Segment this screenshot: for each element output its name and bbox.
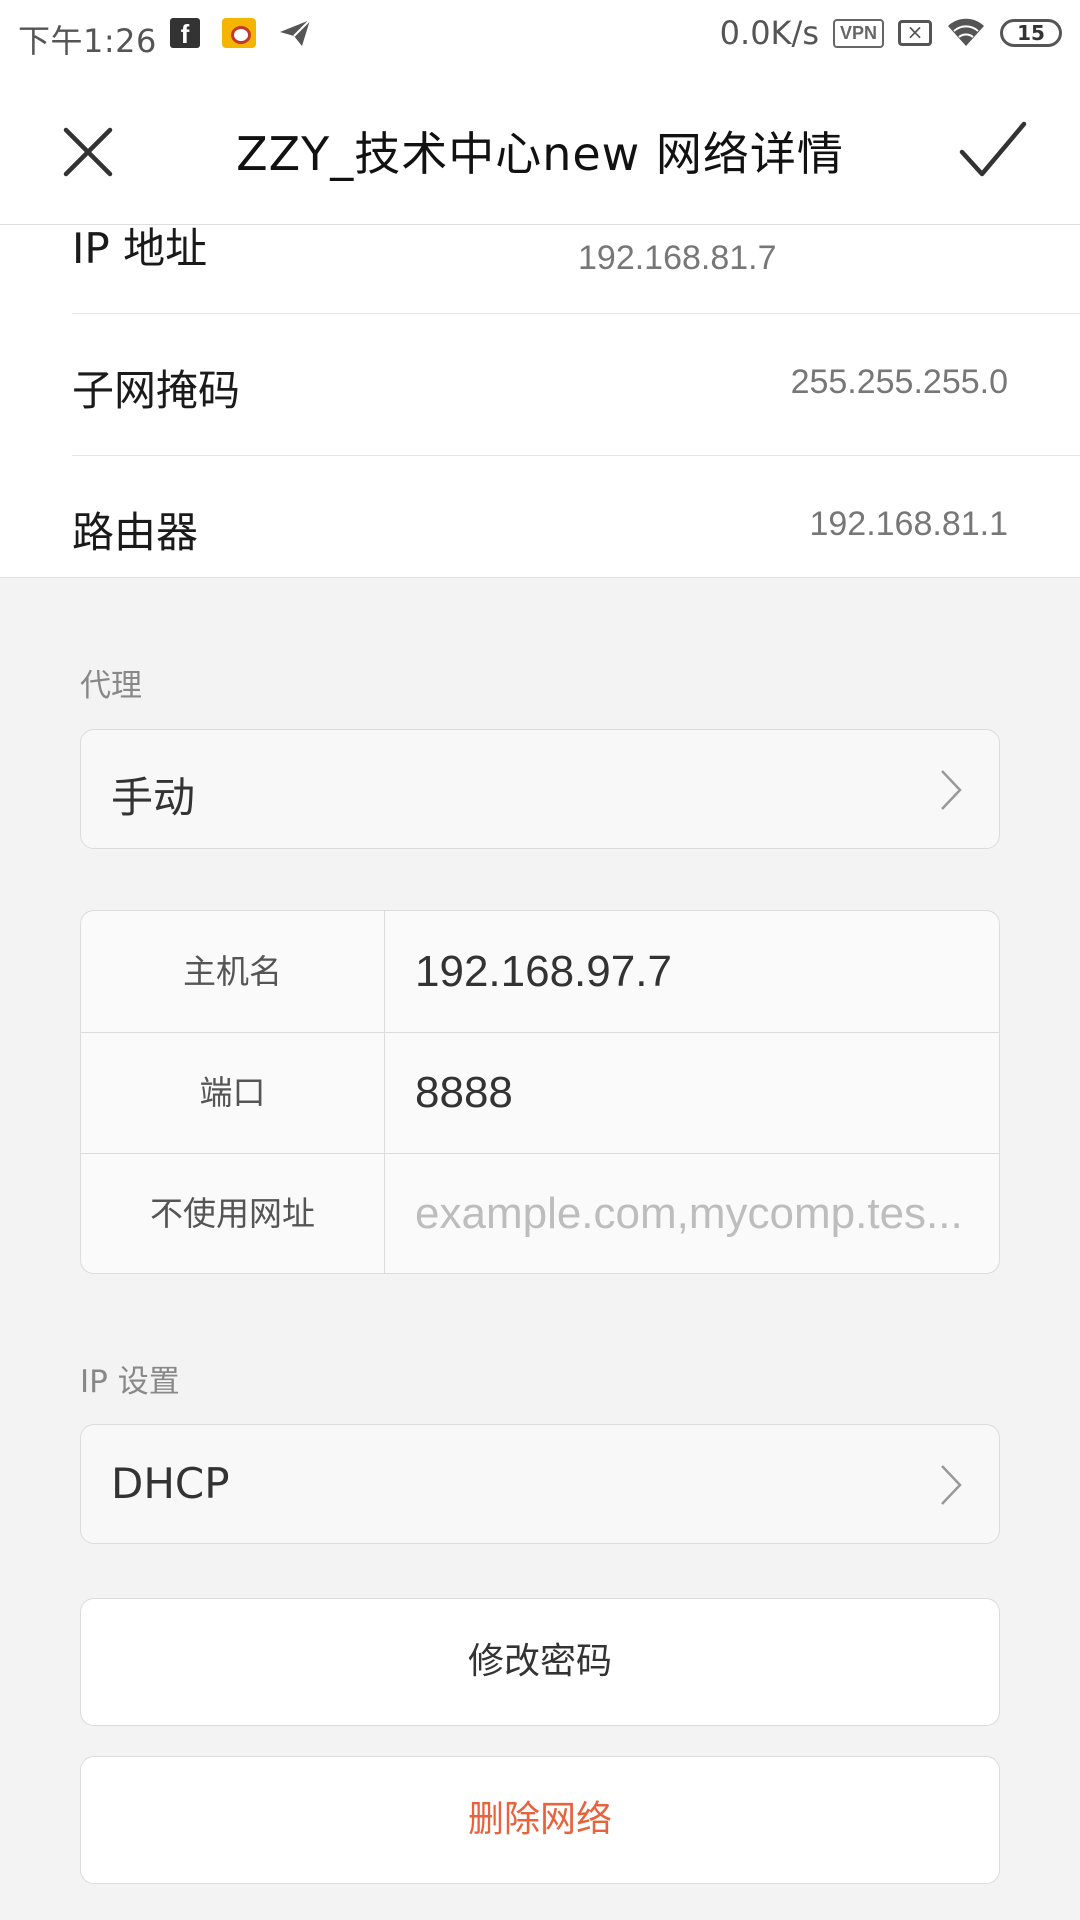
facebook-icon: f xyxy=(170,18,200,49)
ip-settings-section-label: IP 设置 xyxy=(80,1364,180,1400)
bypass-input[interactable]: example.com,mycomp.tes... xyxy=(415,1153,999,1273)
ip-settings-value: DHCP xyxy=(111,1459,230,1508)
hostname-label: 主机名 xyxy=(81,911,385,1032)
proxy-mode-value: 手动 xyxy=(111,773,196,822)
weibo-icon xyxy=(222,18,256,48)
app-bar: ZZY_技术中心new 网络详情 xyxy=(0,74,1080,224)
network-info: IP 地址 192.168.81.7 子网掩码 255.255.255.0 路由… xyxy=(0,224,1080,578)
wifi-icon xyxy=(948,18,984,46)
proxy-mode-select[interactable]: 手动 xyxy=(80,729,1000,849)
chevron-right-icon xyxy=(941,1465,962,1505)
sim-off-icon: × xyxy=(898,20,932,46)
battery-icon: 15 xyxy=(1000,19,1062,47)
port-label: 端口 xyxy=(81,1032,385,1153)
router-row: 路由器 192.168.81.1 xyxy=(72,455,1080,577)
status-bar: 下午1:26 f 0.0K/s VPN × 15 xyxy=(0,0,1080,74)
check-icon[interactable] xyxy=(958,118,1028,182)
router-value: 192.168.81.1 xyxy=(809,505,1008,543)
ip-address-label: IP 地址 xyxy=(72,224,208,273)
subnet-mask-value: 255.255.255.0 xyxy=(790,363,1008,401)
ip-settings-select[interactable]: DHCP xyxy=(80,1424,1000,1544)
proxy-hostname-row: 主机名 192.168.97.7 xyxy=(81,911,999,1033)
port-input[interactable]: 8888 xyxy=(415,1032,999,1153)
subnet-mask-row: 子网掩码 255.255.255.0 xyxy=(72,313,1080,456)
subnet-mask-label: 子网掩码 xyxy=(72,366,241,415)
modify-password-button[interactable]: 修改密码 xyxy=(80,1598,1000,1726)
proxy-port-row: 端口 8888 xyxy=(81,1032,999,1154)
proxy-section-label: 代理 xyxy=(80,668,142,704)
ip-address-row: IP 地址 192.168.81.7 xyxy=(72,224,1080,314)
hostname-input[interactable]: 192.168.97.7 xyxy=(415,911,999,1032)
delete-network-button[interactable]: 删除网络 xyxy=(80,1756,1000,1884)
paper-plane-icon xyxy=(280,19,311,46)
status-time: 下午1:26 xyxy=(18,22,157,60)
net-speed: 0.0K/s xyxy=(719,14,819,52)
status-right: 0.0K/s VPN × 15 xyxy=(720,14,1062,52)
bypass-label: 不使用网址 xyxy=(81,1153,385,1273)
router-label: 路由器 xyxy=(72,508,199,557)
vpn-icon: VPN xyxy=(832,18,884,48)
proxy-settings-table: 主机名 192.168.97.7 端口 8888 不使用网址 example.c… xyxy=(80,910,1000,1274)
notification-icons: f xyxy=(170,18,312,49)
proxy-bypass-row: 不使用网址 example.com,mycomp.tes... xyxy=(81,1153,999,1273)
chevron-right-icon xyxy=(941,770,962,810)
ip-address-value: 192.168.81.7 xyxy=(578,239,777,277)
page-title: ZZY_技术中心new 网络详情 xyxy=(236,127,844,181)
